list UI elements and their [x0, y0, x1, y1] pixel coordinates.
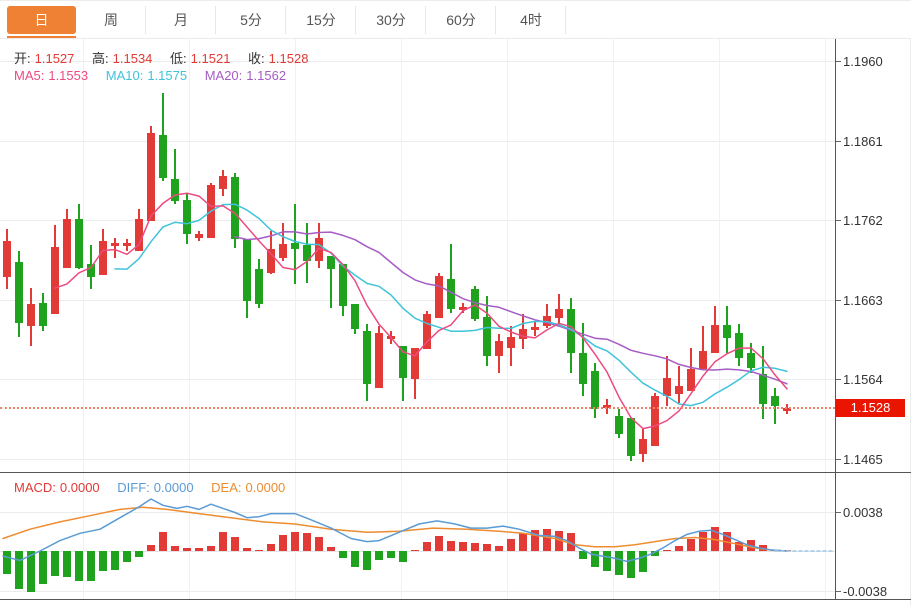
price-tick-label-dash — [836, 459, 841, 460]
active-tab-underline — [7, 36, 76, 38]
tab-15分[interactable]: 15分 — [287, 6, 356, 34]
tab-月[interactable]: 月 — [147, 6, 216, 34]
ma10-value: 1.1575 — [147, 68, 187, 83]
diff-label: DIFF: — [117, 480, 150, 495]
open-value: 1.1527 — [35, 51, 75, 66]
price-tick-label-dash — [836, 141, 841, 142]
tab-5分[interactable]: 5分 — [217, 6, 286, 34]
panel-separator — [0, 472, 911, 473]
ma20-label: MA20: — [205, 68, 243, 83]
last-price-label: 1.1528 — [836, 399, 905, 417]
ma5-value: 1.1553 — [48, 68, 88, 83]
price-tick-label: 1.1564 — [843, 372, 883, 387]
tab-日[interactable]: 日 — [7, 6, 76, 34]
macd-value: 0.0000 — [60, 480, 100, 495]
period-tabbar: 日周月5分15分30分60分4时 — [0, 1, 911, 39]
macd-tick-label-dash — [836, 591, 841, 592]
dea-label: DEA: — [211, 480, 241, 495]
ma5-label: MA5: — [14, 68, 44, 83]
price-tick-label-dash — [836, 379, 841, 380]
high-label: 高: — [92, 51, 109, 66]
price-tick-label: 1.1762 — [843, 213, 883, 228]
bottom-axis-line — [0, 599, 911, 600]
ohlc-legend: 开: 1.1527 高: 1.1534 低: 1.1521 收: 1.1528 — [14, 48, 312, 67]
diff-value: 0.0000 — [154, 480, 194, 495]
price-tick-label: 1.1861 — [843, 134, 883, 149]
macd-tick-label-dash — [836, 512, 841, 513]
tab-30分[interactable]: 30分 — [357, 6, 426, 34]
price-tick-label-dash — [836, 61, 841, 62]
ma-legend: MA5: 1.1553 MA10:1.1575 MA20:1.1562 — [14, 68, 290, 83]
macd-legend: MACD: 0.0000 DIFF: 0.0000 DEA: 0.0000 — [14, 480, 289, 495]
price-axis-line — [835, 39, 836, 599]
price-tick-label: 1.1663 — [843, 293, 883, 308]
close-label: 收: — [248, 51, 265, 66]
low-label: 低: — [170, 51, 187, 66]
macd-tick-label: 0.0038 — [843, 505, 883, 520]
close-value: 1.1528 — [269, 51, 309, 66]
axis-layer: 1.1960 1.1861 1.1762 1.1663 1.1564 1.1465 0.00… — [0, 1, 911, 607]
tab-4时[interactable]: 4时 — [497, 6, 566, 34]
last-price-line — [0, 407, 835, 409]
kline-chart-app: 日周月5分15分30分60分4时 1.1960 1.1861 1.1762 1.166… — [0, 0, 911, 606]
macd-label: MACD: — [14, 480, 56, 495]
ma20-value: 1.1562 — [246, 68, 286, 83]
price-tick-label-dash — [836, 220, 841, 221]
tab-周[interactable]: 周 — [77, 6, 146, 34]
macd-tick-label: -0.0038 — [843, 584, 887, 599]
open-label: 开: — [14, 51, 31, 66]
price-tick-label: 1.1465 — [843, 452, 883, 467]
high-value: 1.1534 — [113, 51, 153, 66]
low-value: 1.1521 — [191, 51, 231, 66]
dea-value: 0.0000 — [246, 480, 286, 495]
tab-60分[interactable]: 60分 — [427, 6, 496, 34]
ma10-label: MA10: — [106, 68, 144, 83]
price-tick-label-dash — [836, 300, 841, 301]
price-tick-label: 1.1960 — [843, 54, 883, 69]
